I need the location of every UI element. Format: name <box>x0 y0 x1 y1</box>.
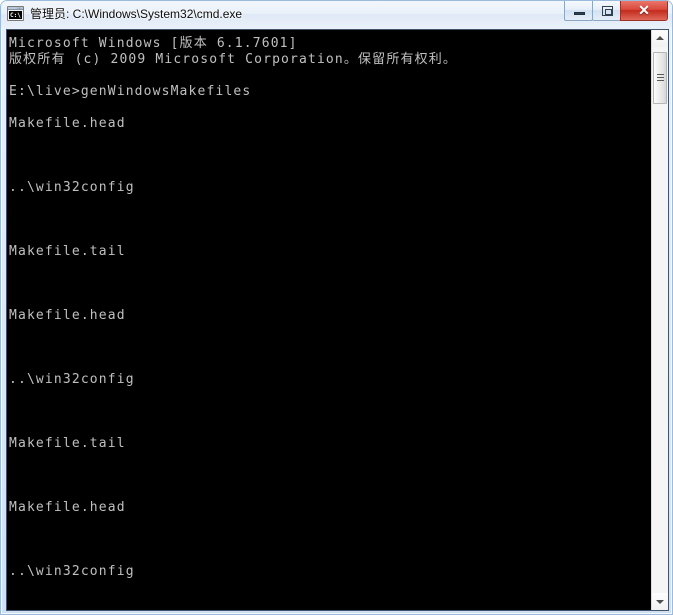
console-line: Makefile.head <box>9 308 126 323</box>
title-bar[interactable]: ••• C:\ 管理员: C:\Windows\System32\cmd.exe… <box>1 1 672 28</box>
maximize-icon <box>602 6 613 16</box>
window-controls: ✕ <box>564 1 668 22</box>
close-button[interactable]: ✕ <box>620 1 668 21</box>
scrollbar-grip-icon <box>657 74 664 83</box>
console-client-area: Microsoft Windows [版本 6.1.7601] 版权所有 (c) … <box>6 29 669 611</box>
console-line: Microsoft Windows [版本 6.1.7601] <box>9 36 298 51</box>
minimize-button[interactable] <box>564 1 593 21</box>
scrollbar-track[interactable] <box>652 47 668 593</box>
console-line: ..\win32config <box>9 180 135 195</box>
console-line: Makefile.head <box>9 500 126 515</box>
scroll-down-arrow-icon <box>656 600 664 604</box>
vertical-scrollbar[interactable] <box>651 30 668 610</box>
console-output[interactable]: Microsoft Windows [版本 6.1.7601] 版权所有 (c) … <box>7 30 651 610</box>
console-line: E:\live>genWindowsMakefiles <box>9 84 252 99</box>
minimize-icon <box>574 12 585 15</box>
console-line: 版权所有 (c) 2009 Microsoft Corporation。保留所有… <box>9 52 458 67</box>
console-line: Makefile.tail <box>9 436 126 451</box>
scroll-up-arrow-icon <box>656 36 664 40</box>
cmd-icon-screen: C:\ <box>9 11 22 19</box>
cmd-icon: ••• C:\ <box>7 6 24 21</box>
window-title: 管理员: C:\Windows\System32\cmd.exe <box>30 7 243 21</box>
console-line: Makefile.head <box>9 116 126 131</box>
scroll-up-button[interactable] <box>652 30 668 47</box>
maximize-button[interactable] <box>592 1 621 21</box>
close-icon: ✕ <box>638 2 650 18</box>
console-line: ..\win32config <box>9 372 135 387</box>
console-line: ..\win32config <box>9 564 135 579</box>
scrollbar-thumb[interactable] <box>653 52 667 104</box>
cmd-icon-dots: ••• <box>17 6 22 10</box>
scroll-down-button[interactable] <box>652 593 668 610</box>
console-line: Makefile.tail <box>9 244 126 259</box>
cmd-window: ••• C:\ 管理员: C:\Windows\System32\cmd.exe… <box>0 0 673 615</box>
